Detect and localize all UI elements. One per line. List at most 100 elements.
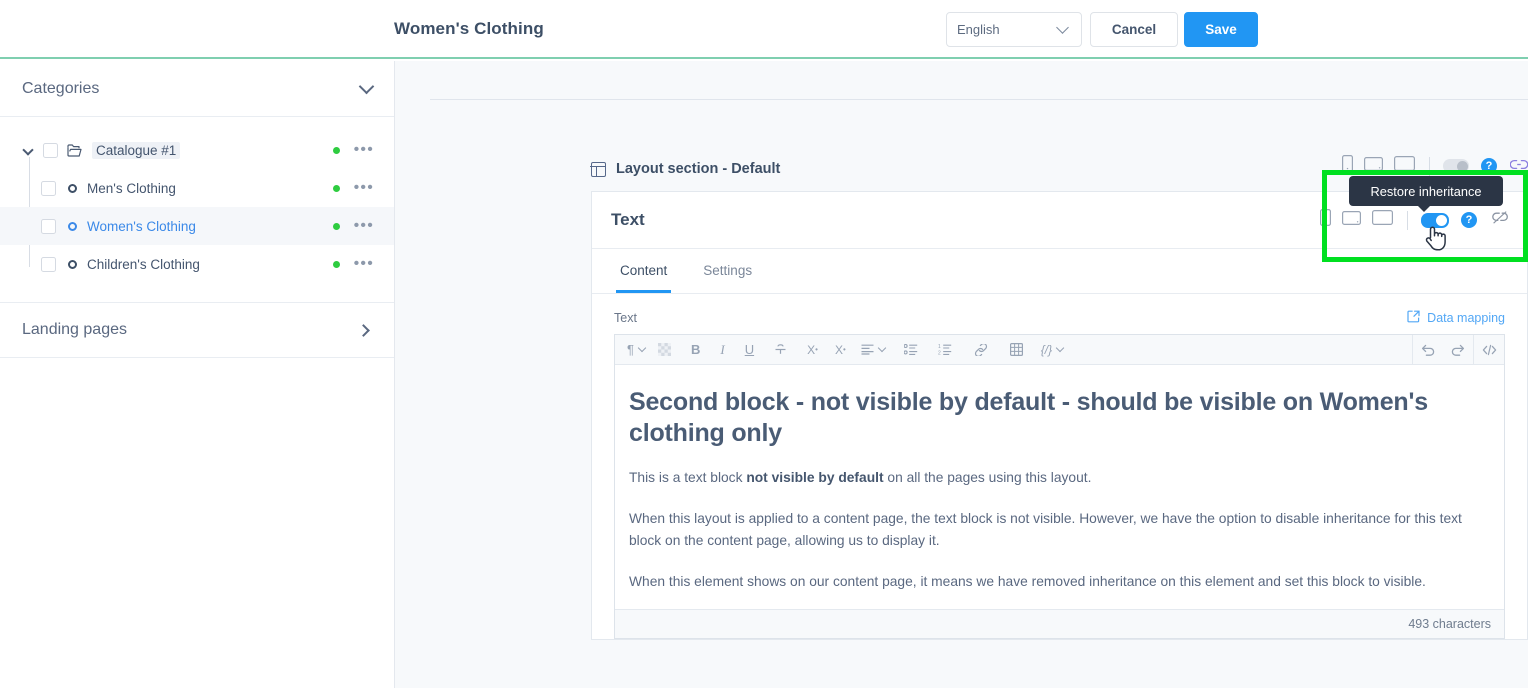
p1-before: This is a text block [629, 470, 747, 485]
external-link-icon [1407, 310, 1420, 326]
tab-content[interactable]: Content [616, 249, 672, 293]
divider [1429, 156, 1430, 176]
desktop-icon[interactable] [1394, 156, 1415, 176]
tree-item-label: Catalogue #1 [92, 141, 181, 159]
status-dot [332, 146, 340, 154]
cancel-button[interactable]: Cancel [1090, 12, 1178, 47]
ellipsis-icon[interactable]: ••• [354, 180, 374, 196]
ellipsis-icon[interactable]: ••• [354, 256, 374, 272]
redo-icon[interactable] [1443, 335, 1473, 365]
status-dot [332, 260, 340, 268]
content-paragraph-2: When this layout is applied to a content… [629, 510, 1462, 549]
chevron-down-icon[interactable] [358, 78, 375, 94]
circle-node-icon [68, 183, 77, 193]
sidebar-section-categories[interactable]: Categories [0, 61, 394, 117]
app-root: Women's Clothing English Cancel Save Cat… [0, 0, 1528, 688]
circle-node-icon [68, 221, 77, 231]
text-field-label: Text [614, 311, 637, 325]
status-dot [332, 184, 340, 192]
clear-format-button[interactable] [657, 343, 671, 356]
tree-row[interactable]: Catalogue #1 ••• [0, 131, 394, 169]
italic-button[interactable]: I [720, 342, 724, 358]
svg-text:2: 2 [938, 350, 941, 355]
chevron-down-icon[interactable] [22, 143, 35, 156]
sidebar-section-landing-pages[interactable]: Landing pages [0, 302, 394, 358]
mobile-icon[interactable] [1320, 209, 1332, 231]
data-mapping-label: Data mapping [1427, 311, 1505, 325]
inheritance-toggle[interactable] [1443, 159, 1469, 173]
pointer-hand-cursor [1423, 224, 1449, 259]
paragraph-format-button[interactable]: ¶ [627, 342, 647, 357]
sidebar: Categories Catalogue #1 ••• Men's Clothi… [0, 61, 395, 688]
mobile-icon[interactable] [1342, 155, 1354, 177]
chevron-down-icon [1056, 21, 1069, 34]
divider [1407, 210, 1408, 230]
tree-checkbox[interactable] [43, 142, 58, 158]
align-button[interactable] [861, 343, 887, 355]
circle-node-icon [68, 259, 77, 269]
text-field-row: Text Data mapping [592, 294, 1527, 334]
tree-row[interactable]: Children's Clothing ••• [0, 245, 394, 283]
p1-after: on all the pages using this layout. [883, 470, 1092, 485]
editor-canvas: Layout section - Default ? Text ? Conten… [395, 61, 1528, 688]
content-paragraph-3: When this element shows on our content p… [629, 573, 1426, 589]
strikethrough-button[interactable] [774, 343, 787, 356]
block-tabs: Content Settings [592, 249, 1527, 294]
folder-icon [67, 143, 82, 157]
layout-section: Layout section - Default ? Text ? Conten… [590, 147, 1528, 640]
tree-row[interactable]: Men's Clothing ••• [0, 169, 394, 207]
tree-item-label: Men's Clothing [87, 180, 176, 196]
chevron-right-icon[interactable] [357, 323, 370, 337]
data-mapping-link[interactable]: Data mapping [1407, 310, 1505, 326]
subscript-button[interactable]: X • [835, 343, 846, 357]
tree-checkbox[interactable] [41, 218, 56, 234]
layout-section-title: Layout section - Default [616, 161, 781, 177]
text-block-card: Text ? Content Settings Text Data mappin… [591, 191, 1528, 640]
ellipsis-icon[interactable]: ••• [354, 218, 374, 234]
language-select-value: English [957, 22, 1000, 37]
tab-settings[interactable]: Settings [699, 249, 756, 293]
desktop-icon[interactable] [1372, 210, 1393, 230]
category-tree: Catalogue #1 ••• Men's Clothing ••• Wome… [0, 117, 394, 283]
tablet-icon[interactable] [1364, 156, 1383, 176]
page-title: Women's Clothing [394, 19, 544, 38]
insert-code-button[interactable]: {/} [1041, 343, 1065, 357]
underline-button[interactable]: U [745, 342, 754, 357]
tree-item-label: Children's Clothing [87, 256, 200, 272]
link-icon[interactable] [1509, 157, 1528, 175]
rich-text-editor: ¶ B I U X • X • 1 2 {/} Second block - n… [614, 334, 1505, 639]
svg-text:1: 1 [938, 344, 941, 350]
undo-icon[interactable] [1413, 335, 1443, 365]
broken-link-icon[interactable] [1491, 211, 1509, 229]
rte-toolbar: ¶ B I U X • X • 1 2 {/} [615, 335, 1504, 365]
ellipsis-icon[interactable]: ••• [354, 142, 374, 158]
numbered-list-button[interactable]: 12 [938, 344, 952, 355]
source-code-icon[interactable] [1474, 335, 1504, 365]
superscript-button[interactable]: X • [807, 343, 818, 357]
language-select[interactable]: English [946, 12, 1082, 47]
text-block-title: Text [611, 210, 645, 229]
help-circle-icon[interactable]: ? [1481, 158, 1497, 174]
status-dot [332, 222, 340, 230]
bulleted-list-button[interactable] [903, 344, 918, 355]
tree-item-label: Women's Clothing [87, 218, 196, 234]
help-circle-icon[interactable]: ? [1461, 212, 1477, 228]
content-paragraph-1: This is a text block not visible by defa… [629, 467, 1490, 490]
tooltip: Restore inheritance [1349, 176, 1503, 212]
tablet-icon[interactable] [1342, 210, 1361, 230]
content-heading: Second block - not visible by default - … [629, 388, 1428, 447]
rte-content-area[interactable]: Second block - not visible by default - … [615, 365, 1504, 609]
insert-link-button[interactable] [974, 343, 988, 356]
character-counter: 493 characters [615, 609, 1504, 638]
bold-button[interactable]: B [691, 342, 700, 357]
layout-columns-icon [590, 161, 606, 177]
p1-bold: not visible by default [746, 470, 884, 485]
rte-toolbar-right [1412, 335, 1504, 365]
save-button[interactable]: Save [1184, 12, 1258, 47]
insert-table-button[interactable] [1009, 343, 1023, 356]
tree-row-selected[interactable]: Women's Clothing ••• [0, 207, 394, 245]
sidebar-section-categories-label: Categories [22, 79, 100, 97]
tree-checkbox[interactable] [41, 180, 56, 196]
top-bar: Women's Clothing English Cancel Save [0, 0, 1528, 59]
tree-checkbox[interactable] [41, 256, 56, 272]
